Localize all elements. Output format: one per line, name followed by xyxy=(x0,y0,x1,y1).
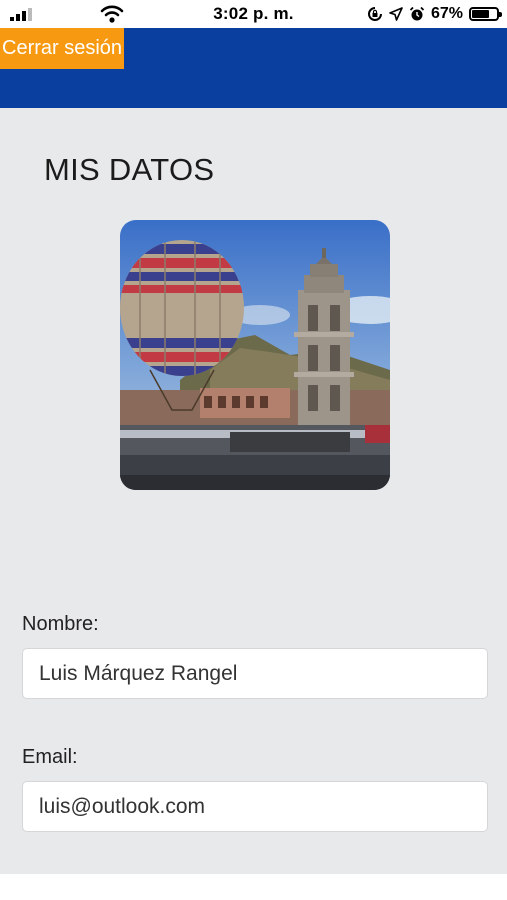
app-header: Cerrar sesión xyxy=(0,28,507,108)
name-label: Nombre: xyxy=(22,613,99,635)
profile-section: MIS DATOS Nombre: Luis Márquez Rangel Em… xyxy=(0,108,507,874)
logout-button[interactable]: Cerrar sesión xyxy=(0,28,125,69)
alarm-icon xyxy=(409,6,425,21)
email-label: Email: xyxy=(22,746,78,768)
page-title: MIS DATOS xyxy=(44,152,215,187)
status-right-group: 67% xyxy=(367,4,502,24)
battery-fill xyxy=(472,10,490,18)
battery-percent: 67% xyxy=(430,5,463,22)
email-field[interactable] xyxy=(22,781,488,832)
location-icon xyxy=(389,7,403,21)
name-field[interactable] xyxy=(22,648,488,699)
battery-icon xyxy=(469,7,502,21)
screen-lock-icon xyxy=(368,7,382,21)
bottom-strip xyxy=(0,874,507,900)
profile-photo xyxy=(120,220,390,490)
status-bar: 3:02 p. m. 67% xyxy=(0,0,507,28)
